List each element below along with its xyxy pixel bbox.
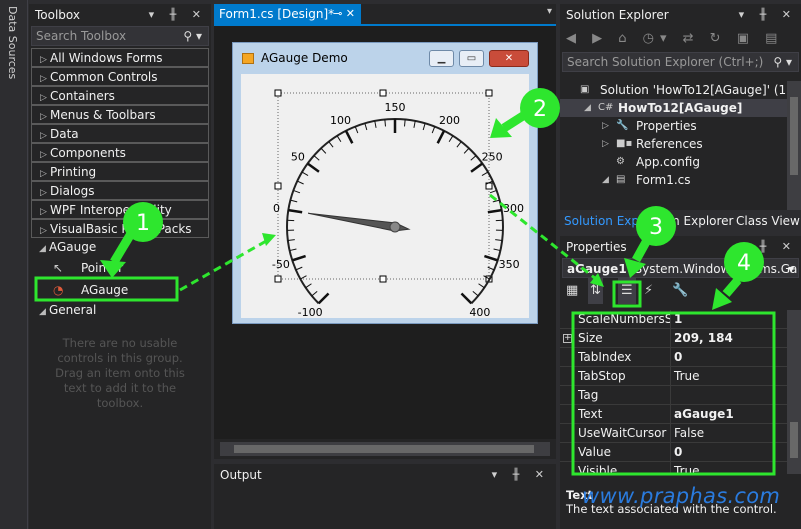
callout-4-label: 4 [737, 251, 751, 276]
callout-2-label: 2 [533, 97, 547, 122]
callout-4: 4 [724, 242, 764, 282]
highlight-properties-button [612, 280, 642, 308]
callout-3: 3 [636, 206, 676, 246]
callout-1-label: 1 [136, 211, 150, 236]
callout-2: 2 [520, 88, 560, 128]
drag-arrowhead [262, 233, 276, 246]
select-arrowhead [590, 273, 604, 287]
arrow-3 [632, 239, 650, 263]
arrowhead-3 [624, 258, 646, 278]
drag-arrow-line [179, 238, 269, 292]
select-arrow-line [489, 193, 597, 281]
arrow-4 [722, 277, 742, 297]
highlight-agauge-toolbox-item [34, 276, 179, 302]
tutorial-callouts-overlay: 1 2 3 4 [34, 88, 776, 476]
callout-1: 1 [123, 202, 163, 242]
arrowhead-1 [100, 260, 126, 278]
highlight-property-grid [571, 311, 776, 476]
callout-3-label: 3 [649, 215, 663, 240]
